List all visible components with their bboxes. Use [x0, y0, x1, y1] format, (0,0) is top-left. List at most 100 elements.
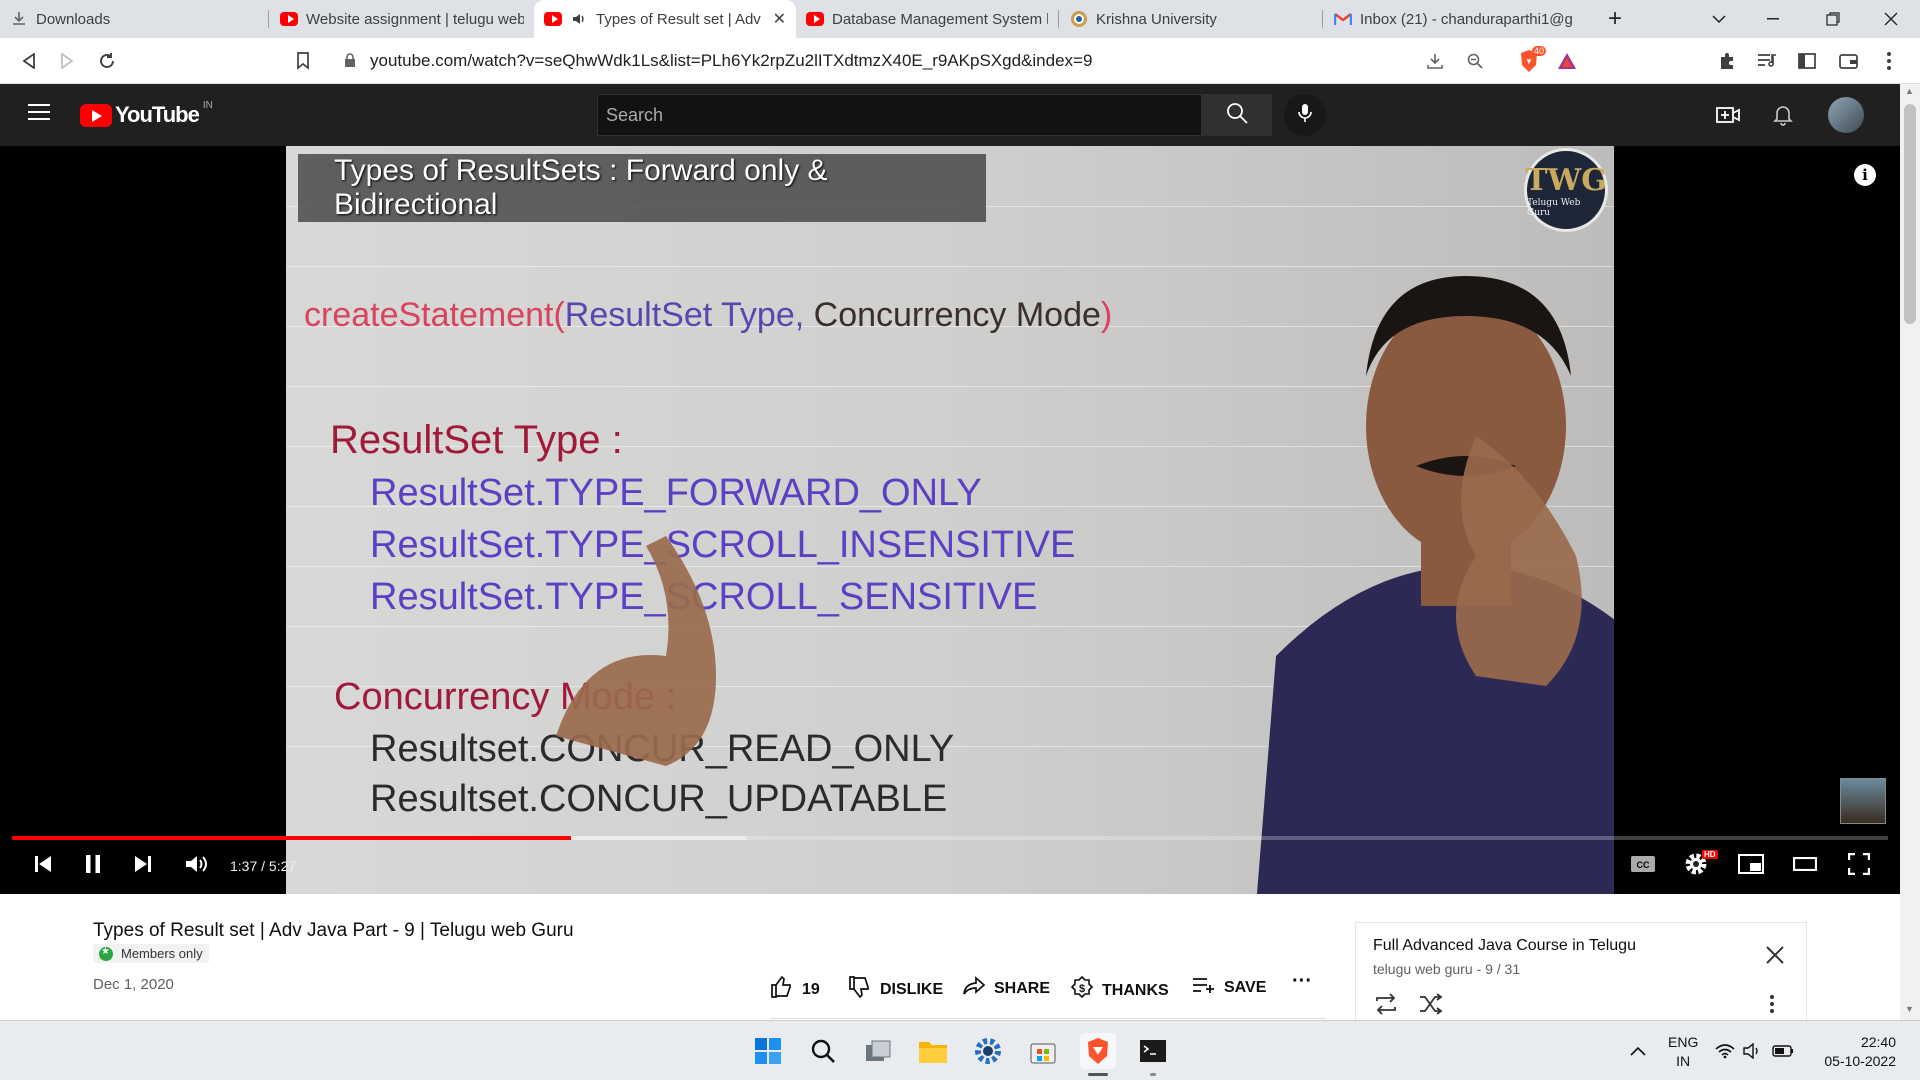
like-button[interactable]: 19	[770, 975, 820, 1003]
show-hidden-icons-chevron-icon[interactable]	[1620, 1033, 1656, 1069]
tab-website-assignment[interactable]: Website assignment | telugu web	[270, 0, 534, 38]
like-count: 19	[802, 980, 820, 998]
youtube-logo[interactable]: YouTube IN	[80, 99, 213, 128]
wallet-icon[interactable]	[1834, 46, 1864, 76]
publish-date: Dec 1, 2020	[93, 976, 174, 993]
channel-badge-big-text: TWG	[1525, 162, 1607, 198]
create-video-icon[interactable]	[1713, 100, 1743, 130]
subtitles-button[interactable]: CC	[1626, 848, 1660, 884]
youtube-icon	[544, 10, 562, 28]
terminal-icon[interactable]	[1135, 1033, 1171, 1076]
task-view-icon[interactable]	[860, 1033, 896, 1069]
battery-icon[interactable]	[1768, 1033, 1798, 1069]
audio-playing-icon[interactable]	[570, 10, 588, 28]
bookmark-icon[interactable]	[288, 46, 318, 76]
sidebar-icon[interactable]	[1792, 46, 1822, 76]
close-playlist-icon[interactable]	[1766, 943, 1784, 971]
progress-bar[interactable]	[12, 836, 1888, 840]
share-button[interactable]: SHARE	[962, 976, 1050, 1001]
svg-text:$: $	[1079, 983, 1085, 995]
search-input[interactable]: Search	[597, 94, 1202, 136]
next-button[interactable]	[128, 848, 158, 884]
close-tab-icon[interactable]: ✕	[773, 9, 786, 29]
slide-title: Types of ResultSets : Forward only & Bid…	[298, 154, 986, 222]
shuffle-icon[interactable]	[1418, 993, 1444, 1020]
new-tab-button[interactable]: +	[1592, 0, 1638, 38]
pause-button[interactable]	[78, 848, 108, 884]
search-button[interactable]	[1202, 94, 1272, 136]
tab-gmail-inbox[interactable]: Inbox (21) - chanduraparthi1@g	[1324, 0, 1586, 38]
region-code: IN	[1676, 1053, 1691, 1069]
tab-types-of-result-set[interactable]: Types of Result set | Adv J ✕	[534, 0, 796, 38]
microphone-icon	[1298, 103, 1312, 128]
restore-button[interactable]	[1810, 0, 1856, 38]
windows-start-icon[interactable]	[750, 1033, 786, 1069]
tab-database-management[interactable]: Database Management System b	[796, 0, 1058, 38]
youtube-wordmark: YouTube	[115, 102, 200, 127]
thumbs-down-icon	[848, 976, 880, 1003]
wifi-icon[interactable]	[1712, 1033, 1738, 1069]
hamburger-menu-icon[interactable]	[28, 104, 50, 122]
language-indicator[interactable]: ENG IN	[1668, 1033, 1698, 1071]
dislike-button[interactable]: DISLIKE	[848, 976, 943, 1003]
notifications-bell-icon[interactable]	[1768, 100, 1798, 130]
members-only-badge: Members only	[93, 944, 209, 963]
scrollbar-thumb[interactable]	[1904, 104, 1916, 324]
lock-icon[interactable]	[344, 52, 356, 70]
settings-app-icon[interactable]	[970, 1033, 1006, 1069]
members-star-icon	[99, 946, 113, 961]
previous-button[interactable]	[28, 848, 58, 884]
scroll-up-icon[interactable]: ▲	[1905, 86, 1914, 96]
taskbar-search-icon[interactable]	[805, 1033, 841, 1069]
speaker-icon[interactable]	[1740, 1033, 1766, 1069]
voice-search-button[interactable]	[1284, 94, 1326, 136]
tab-title: Downloads	[36, 10, 111, 28]
back-icon[interactable]	[14, 46, 44, 76]
video-player[interactable]: Types of ResultSets : Forward only & Bid…	[0, 146, 1900, 894]
browser-menu-icon[interactable]	[1874, 46, 1904, 76]
members-only-label: Members only	[121, 946, 203, 961]
scroll-down-icon[interactable]: ▼	[1905, 1004, 1914, 1014]
brave-browser-taskbar-icon[interactable]	[1080, 1033, 1116, 1076]
theater-mode-button[interactable]	[1788, 848, 1822, 884]
tab-downloads[interactable]: Downloads	[0, 0, 268, 38]
youtube-icon	[806, 10, 824, 28]
forward-icon[interactable]	[52, 46, 82, 76]
info-icon[interactable]: i	[1854, 164, 1876, 186]
region-code: IN	[202, 99, 213, 111]
miniplayer-button[interactable]	[1734, 848, 1768, 884]
reload-icon[interactable]	[92, 46, 122, 76]
playlist-channel[interactable]: telugu web guru	[1373, 961, 1473, 977]
install-app-icon[interactable]	[1420, 46, 1450, 76]
previous-icon	[33, 854, 53, 879]
save-button[interactable]: SAVE	[1192, 976, 1266, 999]
playlist-more-icon[interactable]	[1770, 995, 1774, 1018]
brave-shields-icon[interactable]: ▼ 40	[1512, 46, 1547, 76]
address-bar[interactable]: youtube.com/watch?v=seQhwWdk1Ls&list=PLh…	[330, 44, 1590, 78]
microsoft-store-icon[interactable]	[1025, 1033, 1061, 1069]
tab-search-icon[interactable]	[1696, 0, 1742, 38]
loop-playlist-icon[interactable]	[1373, 993, 1399, 1020]
settings-button[interactable]: HD	[1676, 848, 1718, 884]
more-actions-button[interactable]: ···	[1292, 970, 1312, 993]
brave-rewards-icon[interactable]	[1552, 46, 1582, 76]
page-scrollbar[interactable]: ▲ ▼	[1900, 84, 1920, 1020]
zoom-icon[interactable]	[1460, 46, 1490, 76]
video-frame[interactable]: Types of ResultSets : Forward only & Bid…	[286, 146, 1614, 894]
channel-watermark[interactable]: TWG Telugu Web Guru	[1524, 148, 1608, 232]
thanks-button[interactable]: $ THANKS	[1070, 975, 1169, 1005]
tab-krishna-university[interactable]: Krishna University	[1060, 0, 1322, 38]
file-explorer-icon[interactable]	[915, 1033, 951, 1069]
media-controls-icon[interactable]	[1752, 46, 1782, 76]
end-card-thumbnail[interactable]	[1840, 778, 1886, 824]
minimize-button[interactable]	[1750, 0, 1796, 38]
svg-text:CC: CC	[1637, 860, 1650, 870]
gmail-icon	[1334, 10, 1352, 28]
close-window-button[interactable]	[1868, 0, 1914, 38]
playlist-title[interactable]: Full Advanced Java Course in Telugu	[1373, 937, 1636, 955]
system-clock[interactable]: 22:40 05-10-2022	[1816, 1033, 1896, 1071]
fullscreen-button[interactable]	[1842, 848, 1876, 884]
volume-button[interactable]	[180, 848, 214, 884]
avatar[interactable]	[1828, 97, 1864, 133]
extensions-icon[interactable]	[1712, 46, 1742, 76]
